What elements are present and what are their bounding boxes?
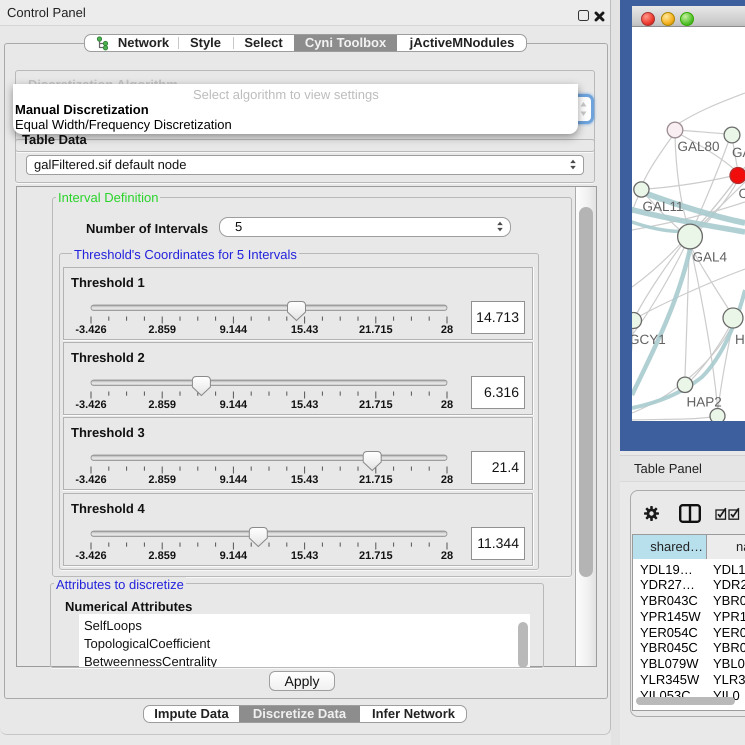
svg-text:28: 28 <box>441 474 453 486</box>
svg-text:2.859: 2.859 <box>148 399 176 411</box>
svg-text:21.715: 21.715 <box>359 399 393 411</box>
svg-text:28: 28 <box>441 550 453 562</box>
svg-text:GAL11: GAL11 <box>643 199 684 214</box>
svg-text:2.859: 2.859 <box>148 550 176 562</box>
svg-text:15.43: 15.43 <box>291 324 319 336</box>
svg-text:HAP2: HAP2 <box>687 395 722 410</box>
svg-text:C: C <box>739 186 745 201</box>
svg-text:-3.426: -3.426 <box>75 399 106 411</box>
svg-text:21.715: 21.715 <box>359 474 393 486</box>
svg-text:28: 28 <box>441 399 453 411</box>
svg-text:15.43: 15.43 <box>291 474 319 486</box>
svg-text:-3.426: -3.426 <box>75 474 106 486</box>
svg-text:-3.426: -3.426 <box>75 324 106 336</box>
svg-text:21.715: 21.715 <box>359 324 393 336</box>
svg-text:15.43: 15.43 <box>291 399 319 411</box>
svg-text:GAL80: GAL80 <box>678 139 720 154</box>
svg-text:-3.426: -3.426 <box>75 550 106 562</box>
svg-text:GCY1: GCY1 <box>632 332 666 347</box>
svg-text:9.144: 9.144 <box>220 324 248 336</box>
svg-text:9.144: 9.144 <box>220 474 248 486</box>
svg-text:9.144: 9.144 <box>220 550 248 562</box>
svg-text:9.144: 9.144 <box>220 399 248 411</box>
svg-text:28: 28 <box>441 324 453 336</box>
svg-text:2.859: 2.859 <box>148 474 176 486</box>
svg-text:GA: GA <box>732 145 745 160</box>
svg-text:2.859: 2.859 <box>148 324 176 336</box>
svg-text:H: H <box>735 332 745 347</box>
svg-text:21.715: 21.715 <box>359 550 393 562</box>
svg-text:GAL4: GAL4 <box>693 250 728 265</box>
svg-text:15.43: 15.43 <box>291 550 319 562</box>
